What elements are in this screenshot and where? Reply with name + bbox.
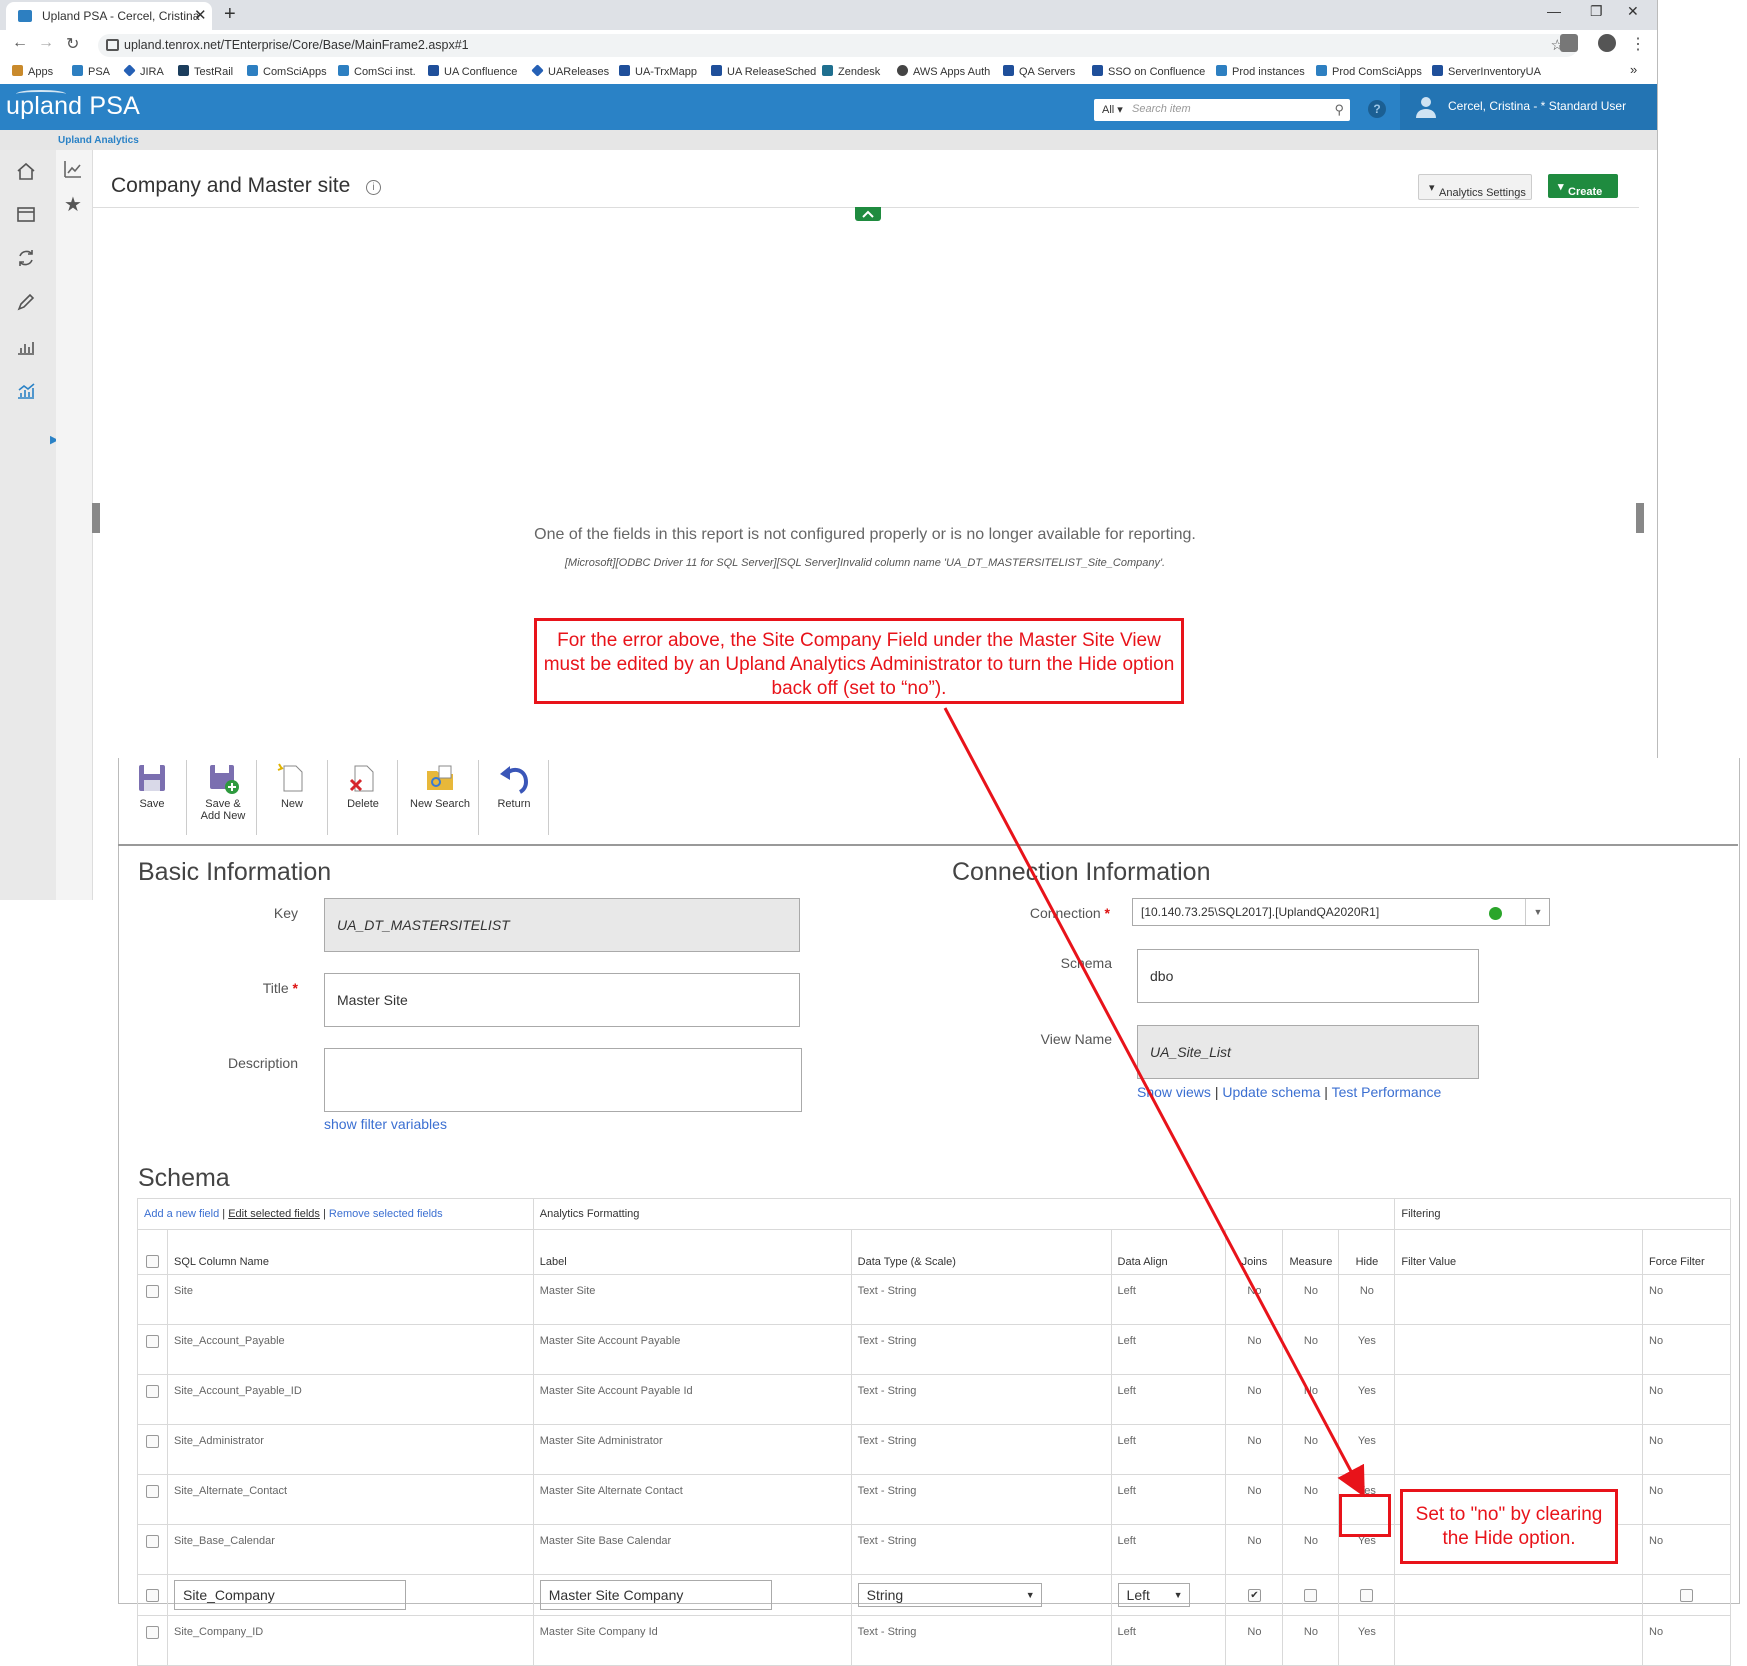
data-type-cell: Text - String [850,1615,1112,1666]
row-checkbox[interactable] [145,1626,159,1639]
table-row[interactable]: Site_Company_ID Master Site Company Id T… [137,1615,1731,1666]
measure-cell: No [1282,1615,1340,1666]
annotation-arrow [943,707,1365,1498]
hide-cell: Yes [1338,1615,1396,1666]
force-filter-cell: No [1642,1615,1731,1666]
sql-column-cell: Site_Company_ID [166,1615,534,1666]
hide-checkbox-highlight [1339,1494,1391,1537]
label-cell: Master Site Company Id [532,1615,852,1666]
filter-value-cell [1394,1615,1643,1666]
callout-top: For the error above, the Site Company Fi… [534,618,1184,704]
callout-bottom: Set to "no" by clearing the Hide option. [1400,1489,1618,1564]
joins-cell: No [1225,1615,1284,1666]
data-align-cell: Left [1110,1615,1227,1666]
